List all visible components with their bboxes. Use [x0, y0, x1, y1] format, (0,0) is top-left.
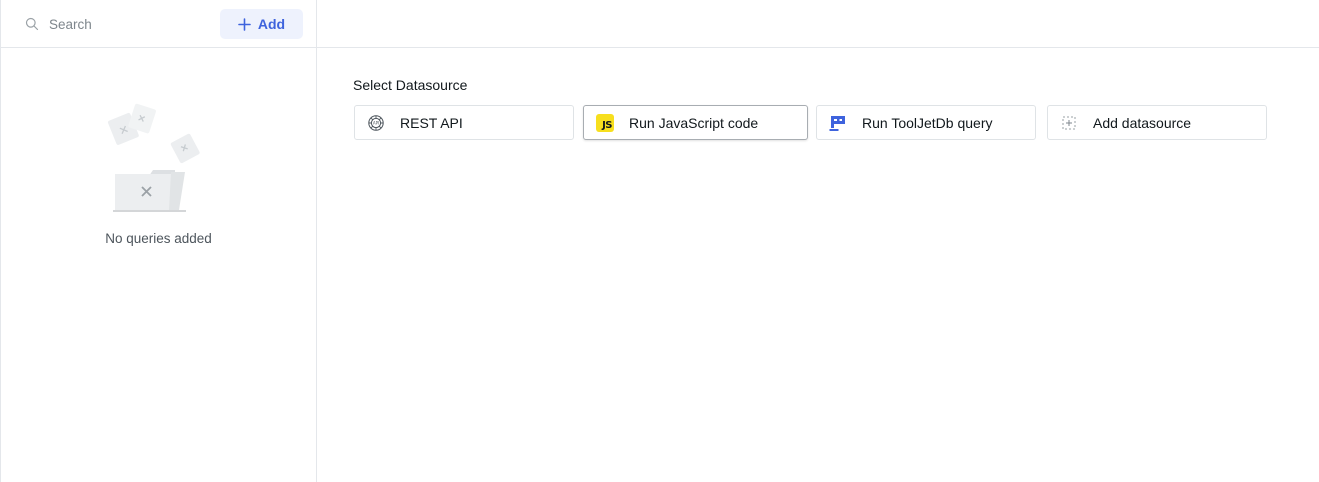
datasource-tooljetdb[interactable]: Run ToolJetDb query — [816, 105, 1036, 140]
empty-folder-illustration — [107, 103, 200, 212]
empty-state: No queries added — [1, 100, 316, 246]
datasource-label: Run ToolJetDb query — [862, 115, 993, 131]
svg-text:API: API — [373, 121, 379, 126]
add-datasource-icon — [1059, 113, 1079, 133]
tooljetdb-icon — [828, 113, 848, 133]
js-badge: JS — [596, 114, 614, 132]
datasource-label: REST API — [400, 115, 463, 131]
search-input[interactable] — [49, 13, 209, 35]
query-manager: Add — [0, 0, 1319, 482]
queries-sidebar: Add — [1, 0, 317, 482]
plus-icon — [238, 17, 251, 31]
datasource-run-javascript[interactable]: JS Run JavaScript code — [583, 105, 808, 140]
query-editor-header — [317, 0, 1319, 48]
add-button-label: Add — [257, 16, 286, 32]
search-icon — [25, 17, 39, 31]
rest-api-icon: API — [366, 113, 386, 133]
javascript-icon: JS — [595, 113, 615, 133]
datasource-label: Add datasource — [1093, 115, 1192, 131]
empty-state-label: No queries added — [105, 231, 212, 246]
select-datasource-title: Select Datasource — [353, 77, 468, 93]
datasource-add[interactable]: Add datasource — [1047, 105, 1267, 140]
datasource-rest-api[interactable]: API REST API — [354, 105, 574, 140]
datasource-list: API REST API JS Run JavaScript code Run … — [353, 105, 1273, 141]
datasource-label: Run JavaScript code — [629, 115, 759, 131]
sidebar-header: Add — [1, 0, 316, 48]
add-query-button[interactable]: Add — [220, 9, 303, 39]
